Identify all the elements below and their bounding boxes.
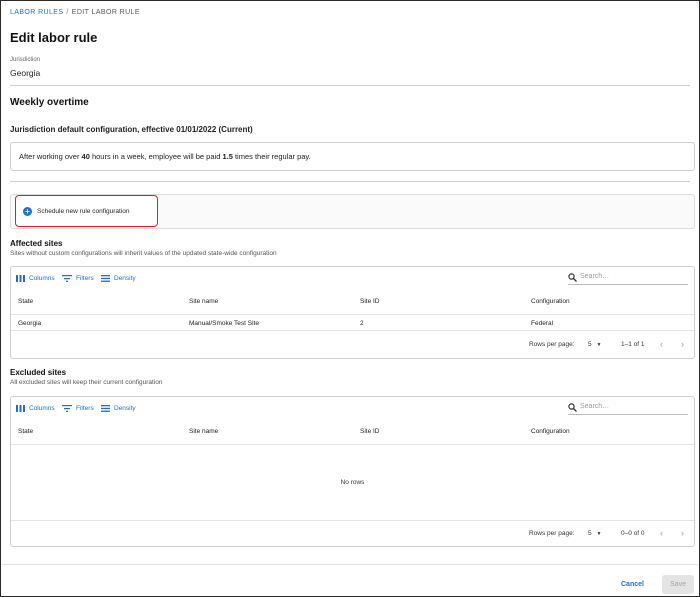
pagination-range: 0–0 of 0: [621, 530, 645, 537]
filters-label: Filters: [76, 405, 94, 412]
filter-icon: [62, 405, 72, 412]
rows-per-page-value: 5: [588, 530, 592, 537]
density-button[interactable]: Density: [101, 405, 136, 412]
cancel-button[interactable]: Cancel: [621, 581, 644, 588]
density-button[interactable]: Density: [101, 275, 136, 282]
breadcrumb: LABOR RULES / EDIT LABOR RULE: [10, 9, 140, 16]
dropdown-arrow-icon: ▼: [596, 531, 602, 537]
schedule-new-rule-button[interactable]: + Schedule new rule configuration: [15, 195, 158, 227]
summary-multiplier: 1.5: [222, 152, 233, 161]
cell-configuration: Federal: [531, 320, 554, 327]
rows-per-page-value: 5: [588, 341, 592, 348]
plus-circle-icon: +: [23, 207, 32, 216]
affected-sites-grid: Columns Filters Density Search… State Si…: [10, 266, 695, 359]
cell-site-name: Manual/Smoke Test Site: [189, 320, 259, 327]
filters-label: Filters: [76, 275, 94, 282]
page-title: Edit labor rule: [10, 30, 98, 45]
excluded-sites-description: All excluded sites will keep their curre…: [10, 379, 163, 386]
summary-text-3: times their regular pay.: [232, 152, 311, 161]
excluded-sites-title: Excluded sites: [10, 368, 67, 377]
header-separator: [11, 444, 694, 445]
dropdown-arrow-icon: ▼: [596, 342, 602, 348]
cell-site-id: 2: [360, 320, 364, 327]
column-header-configuration[interactable]: Configuration: [531, 298, 570, 305]
excluded-sites-grid: Columns Filters Density Search… State Si…: [10, 396, 695, 547]
chevron-right-icon[interactable]: ›: [681, 339, 684, 349]
columns-label: Columns: [29, 405, 55, 412]
schedule-new-rule-label: Schedule new rule configuration: [37, 208, 130, 215]
column-header-site-name[interactable]: Site name: [189, 298, 218, 305]
chevron-left-icon[interactable]: ‹: [660, 339, 663, 349]
affected-sites-title: Affected sites: [10, 239, 63, 248]
search-input[interactable]: Search…: [568, 401, 688, 415]
rows-per-page-select[interactable]: 5 ▼: [588, 341, 601, 348]
rows-per-page-select[interactable]: 5 ▼: [588, 530, 601, 537]
jurisdiction-value: Georgia: [10, 68, 41, 78]
rule-summary: After working over 40 hours in a week, e…: [10, 142, 695, 171]
density-icon: [101, 405, 110, 412]
breadcrumb-separator: /: [66, 9, 69, 16]
chevron-left-icon[interactable]: ‹: [660, 528, 663, 538]
save-button[interactable]: Save: [662, 575, 694, 594]
columns-label: Columns: [29, 275, 55, 282]
rows-per-page-label: Rows per page:: [529, 341, 575, 348]
columns-icon: [16, 405, 25, 412]
search-input[interactable]: Search…: [568, 271, 688, 285]
summary-text-2: hours in a week, employee will be paid: [89, 152, 223, 161]
density-icon: [101, 275, 110, 282]
column-header-state[interactable]: State: [18, 298, 33, 305]
empty-state-text: No rows: [340, 479, 365, 486]
page-frame: LABOR RULES / EDIT LABOR RULE Edit labor r…: [0, 0, 700, 597]
rows-per-page-label: Rows per page:: [529, 530, 575, 537]
row-separator: [11, 330, 694, 331]
affected-sites-description: Sites without custom configurations will…: [10, 250, 277, 257]
columns-button[interactable]: Columns: [16, 275, 55, 282]
filters-button[interactable]: Filters: [62, 275, 94, 282]
search-placeholder: Search…: [580, 403, 610, 410]
breadcrumb-labor-rules-link[interactable]: LABOR RULES: [10, 9, 63, 16]
summary-text-1: After working over: [19, 152, 82, 161]
filter-icon: [62, 275, 72, 282]
column-header-site-name[interactable]: Site name: [189, 428, 218, 435]
search-icon: [568, 403, 577, 412]
column-header-site-id[interactable]: Site ID: [360, 428, 380, 435]
chevron-right-icon[interactable]: ›: [681, 528, 684, 538]
column-header-configuration[interactable]: Configuration: [531, 428, 570, 435]
config-heading: Jurisdiction default configuration, effe…: [10, 125, 253, 134]
summary-hours: 40: [81, 152, 90, 161]
columns-icon: [16, 275, 25, 282]
column-header-site-id[interactable]: Site ID: [360, 298, 380, 305]
section-title: Weekly overtime: [10, 97, 89, 108]
footer-separator: [11, 520, 694, 521]
column-header-state[interactable]: State: [18, 428, 33, 435]
cell-state: Georgia: [18, 320, 42, 327]
density-label: Density: [114, 275, 136, 282]
section-divider-2: [10, 181, 690, 182]
pagination-range: 1–1 of 1: [621, 341, 645, 348]
action-bar-divider: [2, 564, 698, 565]
columns-button[interactable]: Columns: [16, 405, 55, 412]
breadcrumb-current: EDIT LABOR RULE: [71, 9, 140, 16]
section-divider: [10, 85, 690, 86]
filters-button[interactable]: Filters: [62, 405, 94, 412]
search-placeholder: Search…: [580, 273, 610, 280]
density-label: Density: [114, 405, 136, 412]
jurisdiction-label: Jurisdiction: [10, 57, 41, 63]
search-icon: [568, 273, 577, 282]
header-separator: [11, 314, 694, 315]
